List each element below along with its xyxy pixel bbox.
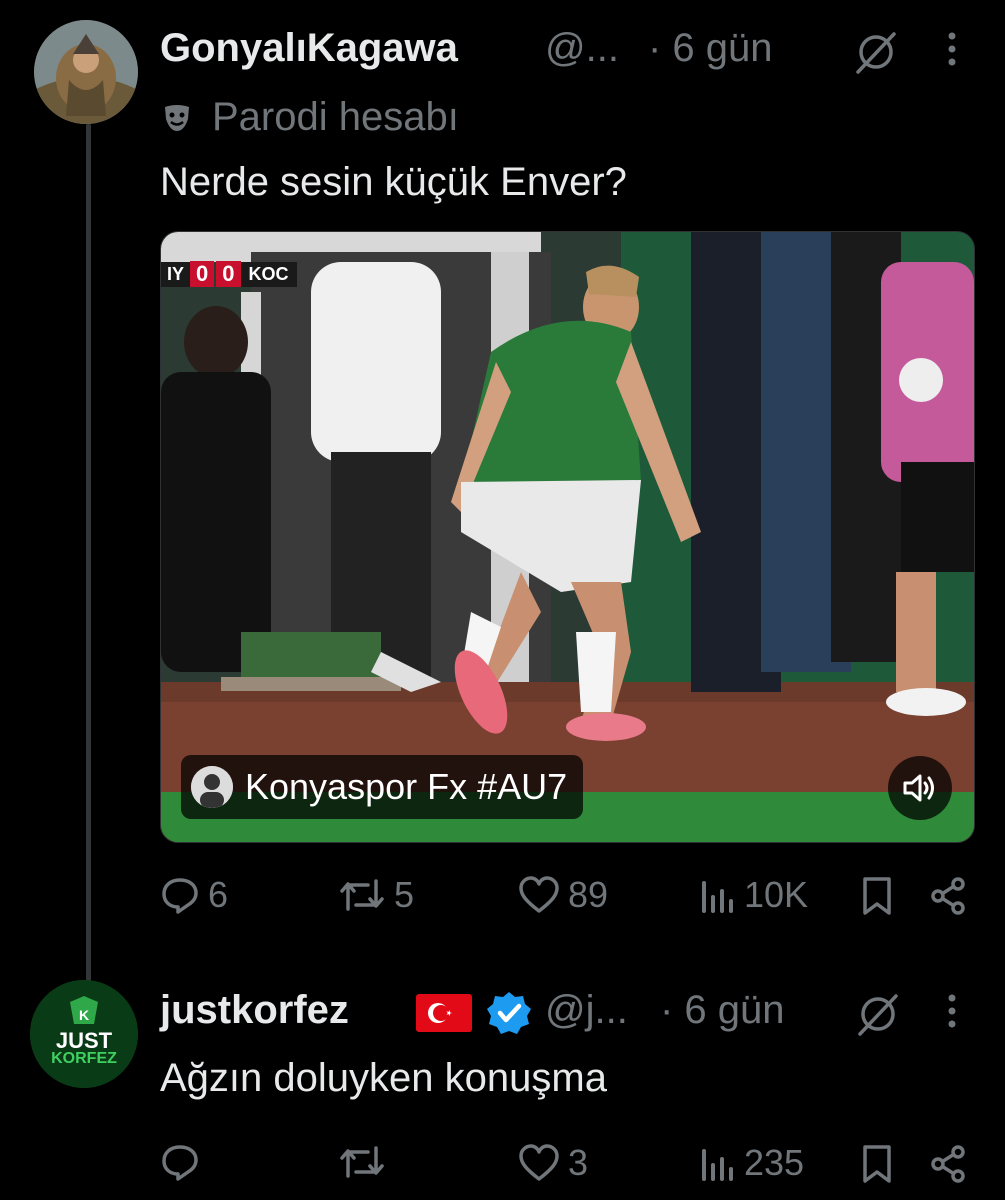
volume-button[interactable] [888,756,952,820]
bookmark-icon [863,877,891,915]
like-count: 89 [568,874,609,915]
reply-count: 6 [208,874,229,915]
video-player[interactable]: IY 0 0 KOC Konyaspor Fx #AU7 [160,231,975,843]
scoreboard: IY 0 0 KOC [161,260,297,288]
like-icon [519,876,559,913]
attribution-label: Konyaspor Fx #AU7 [245,766,568,807]
share-button[interactable] [928,876,968,916]
grok-icon[interactable] [850,30,902,74]
bookmark-icon [863,1145,891,1183]
scoreboard-home-team: IY [161,261,191,287]
grok-icon[interactable] [852,992,904,1036]
bookmark-button[interactable] [860,876,894,916]
repost-icon [340,879,384,911]
repost-count: 5 [394,874,415,915]
timestamp[interactable]: · 6 gün [648,26,773,71]
video-frame [161,232,974,842]
reply-button[interactable] [160,1142,208,1182]
avatar[interactable] [34,20,138,124]
like-icon [519,1144,559,1181]
handle[interactable]: @j... [545,988,628,1033]
tweet-text: Nerde sesin küçük Enver? [160,160,627,204]
svg-text:K: K [79,1007,89,1023]
share-button[interactable] [928,1144,968,1184]
volume-icon [903,774,934,802]
parody-label: Parodi hesabı [212,95,459,139]
views-icon [702,1149,733,1181]
scoreboard-away-score: 0 [216,261,241,287]
repost-icon [340,1146,384,1178]
thread-connector [86,124,91,984]
display-name[interactable]: justkorfez [160,988,349,1033]
views-button[interactable]: 235 [700,1142,804,1184]
attribution-pill[interactable]: Konyaspor Fx #AU7 [181,755,584,819]
like-button[interactable]: 3 [518,1142,588,1184]
reply-icon [162,878,198,914]
avatar-warrior-image [34,20,138,124]
timestamp[interactable]: · 6 gün [660,988,785,1033]
bookmark-button[interactable] [860,1144,894,1184]
avatar-text-korfez: KORFEZ [51,1050,117,1067]
share-icon [931,877,965,915]
views-icon [702,881,733,913]
like-button[interactable]: 89 [518,874,608,916]
tweet-text: Ağzın doluyken konuşma [160,1056,607,1100]
reply-icon [162,1145,198,1181]
share-icon [931,1145,965,1183]
reply-button[interactable]: 6 [160,874,228,916]
repost-button[interactable]: 5 [338,874,414,916]
like-count: 3 [568,1142,589,1183]
parody-mask-icon [162,103,192,133]
attribution-avatar [191,766,233,808]
scoreboard-home-score: 0 [190,261,215,287]
more-icon[interactable] [944,992,960,1032]
more-icon[interactable] [944,30,960,70]
scoreboard-away-team: KOC [240,261,297,287]
turkey-flag-icon [416,994,472,1032]
views-count: 235 [744,1142,805,1183]
views-count: 10K [744,874,809,915]
repost-button[interactable] [338,1142,394,1182]
display-name[interactable]: GonyalıKagawa [160,26,458,71]
handle[interactable]: @... [545,26,619,71]
verified-icon [486,990,532,1036]
avatar-justkorfez[interactable]: K JUST KORFEZ [30,980,138,1088]
views-button[interactable]: 10K [700,874,808,916]
